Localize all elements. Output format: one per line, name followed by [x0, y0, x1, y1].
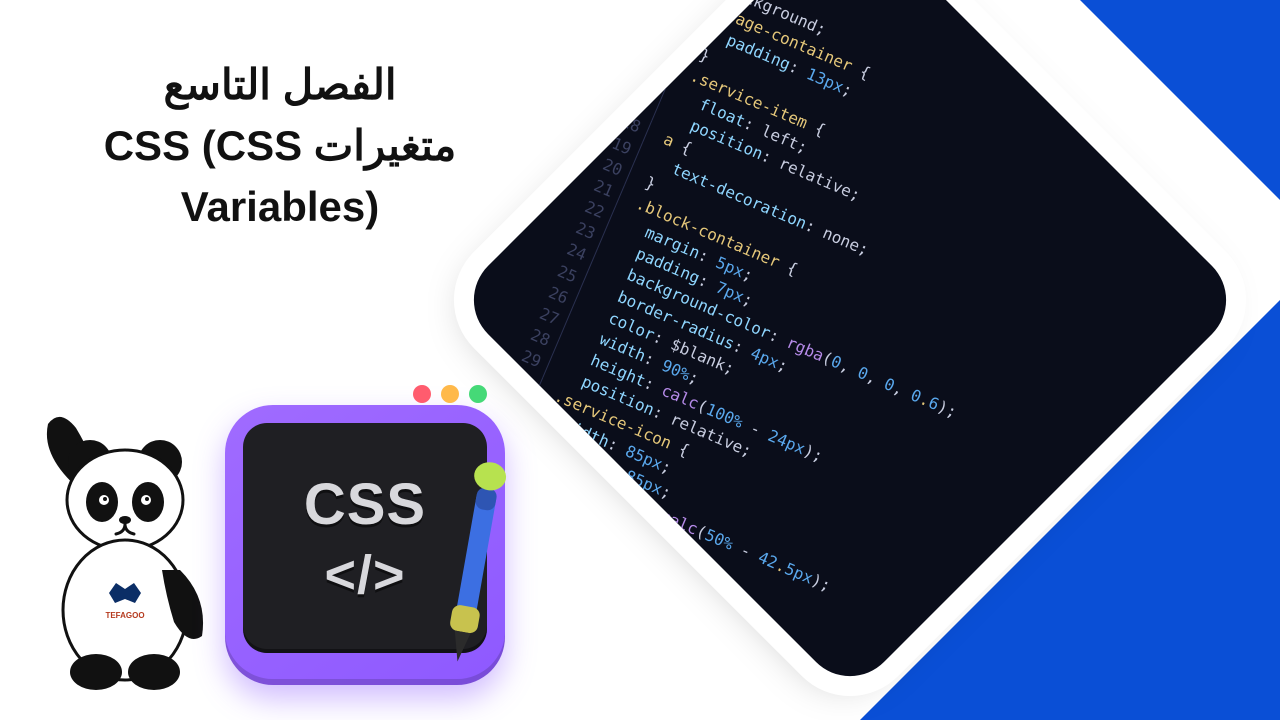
css-badge: CSS </> — [225, 405, 505, 685]
panda-badge-text: TEFAGOO — [105, 611, 144, 620]
window-dots — [413, 385, 487, 403]
heading-block: الفصل التاسع متغيرات CSS (CSS Variables) — [0, 55, 560, 238]
css-badge-line2: </> — [324, 544, 405, 606]
dot-green-icon — [469, 385, 487, 403]
panda-illustration: TEFAGOO — [30, 410, 220, 690]
css-badge-screen: CSS </> — [243, 423, 487, 653]
css-badge-line1: CSS — [304, 471, 426, 538]
chapter-label: الفصل التاسع — [0, 55, 560, 116]
dot-yellow-icon — [441, 385, 459, 403]
chapter-subject: متغيرات CSS (CSS Variables) — [0, 116, 560, 238]
dot-red-icon — [413, 385, 431, 403]
